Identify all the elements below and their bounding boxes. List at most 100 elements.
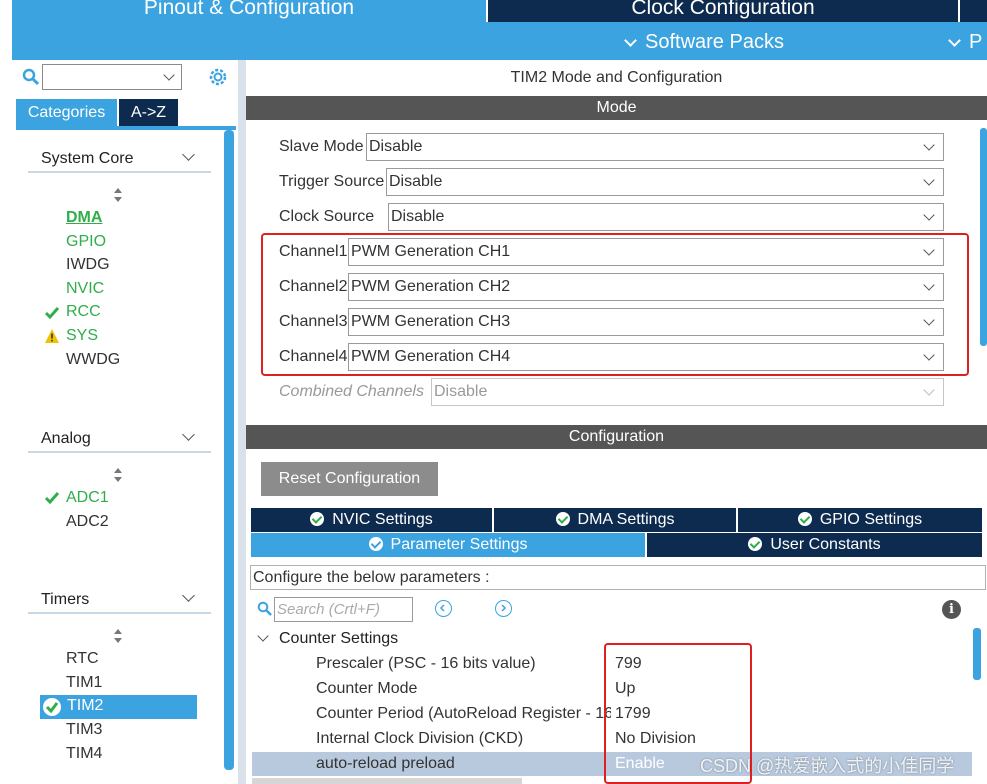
chevron-down-icon (182, 589, 195, 602)
tab-dma-label: DMA Settings (577, 511, 675, 528)
check-circle-icon (748, 537, 763, 551)
sidebar-item-adc1[interactable]: ADC1 (66, 489, 109, 507)
channels-highlight-box (261, 233, 969, 376)
param-label-clock-division: Internal Clock Division (CKD) (316, 730, 524, 747)
next-group-row (252, 778, 522, 784)
software-packs-menu[interactable]: Software Packs (624, 31, 784, 54)
tab-parameter-label: Parameter Settings (390, 536, 528, 553)
info-icon[interactable]: i (942, 600, 961, 619)
parameter-search-input[interactable]: Search (Crtl+F) (274, 597, 413, 622)
group-system-core[interactable]: System Core (28, 146, 211, 173)
sort-icon[interactable] (112, 187, 124, 203)
tab-a-to-z[interactable]: A->Z (119, 99, 178, 126)
check-circle-icon (310, 512, 325, 526)
sort-icon[interactable] (112, 628, 124, 644)
tab-gpio-settings[interactable]: GPIO Settings (738, 508, 982, 532)
chevron-down-icon (624, 34, 637, 48)
clock-source-label: Clock Source (279, 208, 375, 225)
group-timers-label: Timers (41, 591, 90, 608)
tab-categories[interactable]: Categories (16, 99, 117, 126)
pinout-menu[interactable]: P (948, 31, 982, 54)
software-packs-label: Software Packs (645, 31, 784, 53)
combined-channels-select: Disable (431, 378, 944, 406)
trigger-source-value: Disable (389, 173, 443, 190)
sidebar-item-dma[interactable]: DMA (66, 209, 102, 227)
tab-nvic-label: NVIC Settings (332, 511, 433, 528)
param-label-counter-mode: Counter Mode (316, 680, 418, 697)
trigger-source-label: Trigger Source (279, 173, 385, 190)
sidebar-item-nvic[interactable]: NVIC (66, 280, 104, 298)
parameters-description: Configure the below parameters : (250, 565, 986, 590)
tab-pinout-configuration[interactable]: Pinout & Configuration (12, 0, 486, 22)
group-system-core-label: System Core (41, 150, 134, 167)
clock-source-value: Disable (391, 208, 445, 225)
sidebar-item-tim3[interactable]: TIM3 (66, 721, 102, 739)
tab-clock-label: Clock Configuration (631, 0, 815, 19)
page-title: TIM2 Mode and Configuration (510, 69, 723, 86)
sidebar-item-wwdg[interactable]: WWDG (66, 351, 120, 369)
collapse-all-icon[interactable] (495, 600, 512, 617)
search-icon[interactable] (22, 68, 40, 86)
trigger-source-select[interactable]: Disable (386, 168, 944, 196)
group-timers[interactable]: Timers (28, 587, 211, 614)
parameters-scrollbar[interactable] (973, 628, 981, 680)
chevron-down-icon (948, 34, 961, 48)
watermark: CSDN @热爱嵌入式的小佳同学 (700, 756, 955, 776)
tab-nvic-settings[interactable]: NVIC Settings (251, 508, 492, 532)
pinout-menu-label: P (969, 31, 983, 53)
check-icon (44, 492, 60, 505)
tab-parameter-settings[interactable]: Parameter Settings (251, 533, 645, 557)
group-analog[interactable]: Analog (28, 426, 211, 453)
secondary-menu-bar: Software Packs P (12, 22, 987, 60)
expand-all-icon[interactable] (435, 600, 452, 617)
mode-section-header[interactable]: Mode (246, 96, 987, 120)
param-label-counter-period: Counter Period (AutoReload Register - 16… (316, 705, 611, 722)
tab-user-constants-label: User Constants (770, 536, 881, 553)
clock-source-select[interactable]: Disable (388, 203, 944, 231)
sidebar-item-rcc[interactable]: RCC (66, 303, 101, 321)
tab-clock-configuration[interactable]: Clock Configuration (488, 0, 958, 22)
chevron-down-icon (923, 174, 935, 186)
search-icon (257, 601, 272, 616)
warning-icon (45, 329, 59, 343)
combined-channels-value: Disable (434, 383, 488, 400)
chevron-down-icon (923, 139, 935, 151)
chevron-down-icon (182, 148, 195, 161)
chevron-down-icon (163, 69, 175, 81)
param-label-auto-reload-preload: auto-reload preload (316, 755, 455, 772)
sidebar-item-adc2[interactable]: ADC2 (66, 513, 109, 531)
sidebar-item-gpio[interactable]: GPIO (66, 233, 106, 251)
gear-icon[interactable] (207, 66, 229, 88)
sidebar-item-tim2[interactable]: TIM2 (67, 697, 103, 715)
slave-mode-label: Slave Mode (279, 138, 364, 155)
sidebar-item-rtc[interactable]: RTC (66, 650, 99, 668)
chevron-down-icon[interactable] (257, 630, 269, 642)
tab-user-constants[interactable]: User Constants (647, 533, 982, 557)
counter-settings-group[interactable]: Counter Settings (279, 630, 398, 648)
check-circle-icon (555, 512, 570, 526)
check-icon (44, 307, 60, 320)
categories-scrollbar[interactable] (224, 130, 234, 770)
check-circle-icon (368, 537, 383, 551)
configuration-section-header[interactable]: Configuration (246, 425, 987, 449)
sidebar-item-tim4[interactable]: TIM4 (66, 745, 102, 763)
sidebar-item-tim2-selected[interactable] (40, 695, 197, 719)
chevron-down-icon (923, 209, 935, 221)
slave-mode-value: Disable (369, 138, 423, 155)
tab-dma-settings[interactable]: DMA Settings (494, 508, 736, 532)
mode-scrollbar[interactable] (980, 128, 987, 346)
sort-icon[interactable] (112, 467, 124, 483)
chevron-down-icon (182, 428, 195, 441)
tab-underline (16, 126, 236, 130)
check-icon (43, 698, 61, 716)
sidebar-item-tim1[interactable]: TIM1 (66, 674, 102, 692)
tab-tools[interactable] (960, 0, 987, 22)
check-circle-icon (797, 512, 812, 526)
sidebar-item-iwdg[interactable]: IWDG (66, 256, 110, 274)
reset-configuration-button[interactable]: Reset Configuration (261, 462, 438, 496)
group-analog-label: Analog (41, 430, 91, 447)
category-search-input[interactable] (42, 64, 182, 90)
slave-mode-select[interactable]: Disable (366, 133, 944, 161)
panel-splitter[interactable] (238, 60, 246, 784)
sidebar-item-sys[interactable]: SYS (66, 327, 98, 345)
